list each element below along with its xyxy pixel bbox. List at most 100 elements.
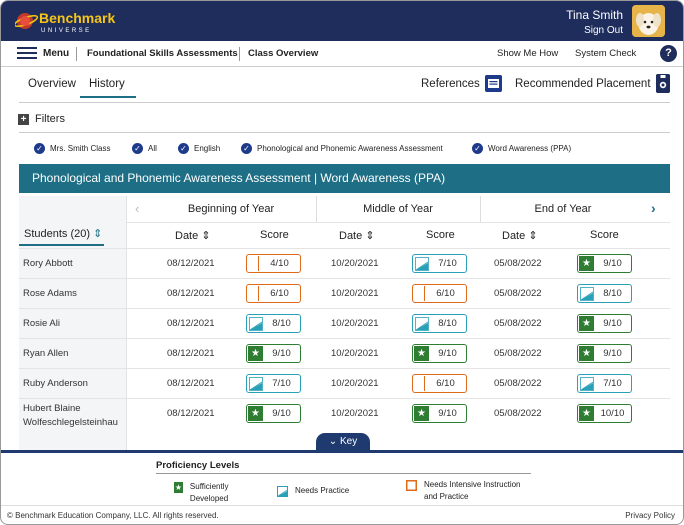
assessment-date: 10/20/2021 [331,318,379,329]
tab-history[interactable]: History [89,78,125,90]
intensive-icon [413,286,425,301]
score-value: 9/10 [603,258,622,269]
foundational-skills-link[interactable]: Foundational Skills Assessments [87,48,238,59]
assessment-date: 10/20/2021 [331,408,379,419]
score-value: 6/10 [436,378,455,389]
intensive-icon [247,286,259,301]
score-badge[interactable]: ★ 10/10 [577,404,632,423]
score-badge[interactable]: 6/10 [412,284,467,303]
intensive-icon [413,376,425,391]
sort-icon: ⇕ [201,230,211,242]
chip-label: All [148,144,157,153]
legend-sufficient: ★ Sufficiently Developed [174,481,254,505]
key-toggle-button[interactable]: ⌄ Key [316,433,370,451]
score-badge[interactable]: 6/10 [246,284,301,303]
filter-chip-all[interactable]: ✓ All [132,143,157,154]
assessment-date: 08/12/2021 [167,348,215,359]
scroll-left-icon[interactable]: ‹ [135,201,139,216]
intensive-icon [247,256,259,271]
period-beginning: Beginning of Year [187,203,275,215]
score-badge[interactable]: ★ 9/10 [412,404,467,423]
score-badge[interactable]: 8/10 [246,314,301,333]
class-overview-link[interactable]: Class Overview [248,48,318,59]
date-label: Date [339,230,363,242]
menu-button[interactable]: Menu [17,46,69,60]
star-icon: ★ [248,406,263,421]
benchmark-logo[interactable]: Benchmark UNIVERSE [15,7,135,35]
table-row: Rose Adams 08/12/2021 6/10 10/20/2021 6/10 05… [19,278,670,308]
filter-chip-class[interactable]: ✓ Mrs. Smith Class [34,143,110,154]
score-badge[interactable]: 4/10 [246,254,301,273]
student-name[interactable]: Rose Adams [23,288,127,299]
recommended-placement-link[interactable]: Recommended Placement [515,78,651,90]
filter-chip-assessment[interactable]: ✓ Phonological and Phonemic Awareness As… [241,143,443,154]
score-badge[interactable]: 8/10 [577,284,632,303]
table-title: Phonological and Phonemic Awareness Asse… [19,164,670,193]
date-sort-header[interactable]: Date ⇕ [175,229,211,242]
score-badge[interactable]: ★ 9/10 [577,254,632,273]
chip-label: Word Awareness (PPA) [488,144,572,153]
score-value: 10/10 [600,408,625,419]
menu-label: Menu [43,47,70,59]
divider [19,132,670,133]
period-end: End of Year [534,203,592,215]
student-name[interactable]: Hubert Blaine Wolfeschlegelsteinhau [23,402,123,430]
students-sort-header[interactable]: Students (20) ⇕ [24,227,102,240]
app-window: Benchmark UNIVERSE Tina Smith Sign Out M… [0,0,684,525]
star-icon: ★ [579,256,594,271]
score-badge[interactable]: ★ 9/10 [246,404,301,423]
star-icon: ★ [579,406,594,421]
recommended-placement-icon[interactable] [656,74,670,93]
score-value: 9/10 [272,408,291,419]
score-badge[interactable]: 7/10 [246,374,301,393]
privacy-policy-link[interactable]: Privacy Policy [625,511,675,520]
score-badge[interactable]: ★ 9/10 [412,344,467,363]
help-icon[interactable]: ? [660,45,677,62]
key-band [1,450,683,453]
score-value: 8/10 [603,288,622,299]
references-icon[interactable] [485,75,502,92]
show-me-how-link[interactable]: Show Me How [497,48,558,59]
star-icon: ★ [248,346,263,361]
avatar[interactable] [632,5,665,37]
score-badge[interactable]: 8/10 [412,314,467,333]
divider [19,102,670,103]
system-check-link[interactable]: System Check [575,48,636,59]
legend-divider [156,473,531,474]
assessment-date: 05/08/2022 [494,378,542,389]
score-value: 6/10 [436,288,455,299]
filters-toggle[interactable]: Filters [35,113,65,125]
assessment-date: 08/12/2021 [167,288,215,299]
filter-chip-subtest[interactable]: ✓ Word Awareness (PPA) [472,143,571,154]
scroll-right-icon[interactable]: › [651,200,656,216]
score-badge[interactable]: ★ 9/10 [577,314,632,333]
student-name[interactable]: Rory Abbott [23,258,127,269]
sort-icon: ⇕ [528,230,538,242]
student-name[interactable]: Rosie Ali [23,318,127,329]
references-link[interactable]: References [421,78,480,90]
sign-out-link[interactable]: Sign Out [584,25,623,36]
legend-practice: Needs Practice [277,485,349,497]
assessment-date: 05/08/2022 [494,258,542,269]
score-value: 7/10 [603,378,622,389]
score-badge[interactable]: 7/10 [577,374,632,393]
score-value: 9/10 [603,348,622,359]
star-icon: ★ [579,346,594,361]
score-badge[interactable]: 6/10 [412,374,467,393]
date-sort-header[interactable]: Date ⇕ [339,229,375,242]
student-name[interactable]: Ryan Allen [23,348,127,359]
check-circle-icon: ✓ [34,143,45,154]
intensive-icon [406,480,417,491]
score-value: 9/10 [272,348,291,359]
filter-chip-language[interactable]: ✓ English [178,143,220,154]
tab-overview[interactable]: Overview [28,78,76,90]
score-badge[interactable]: 7/10 [412,254,467,273]
date-sort-header[interactable]: Date ⇕ [502,229,538,242]
filter-expand-icon[interactable]: + [18,114,29,125]
chevron-down-icon: ⌄ [328,436,338,447]
legend-label: Needs Intensive Instruction and Practice [424,480,521,501]
check-circle-icon: ✓ [241,143,252,154]
score-badge[interactable]: ★ 9/10 [246,344,301,363]
student-name[interactable]: Ruby Anderson [23,378,127,389]
score-badge[interactable]: ★ 9/10 [577,344,632,363]
